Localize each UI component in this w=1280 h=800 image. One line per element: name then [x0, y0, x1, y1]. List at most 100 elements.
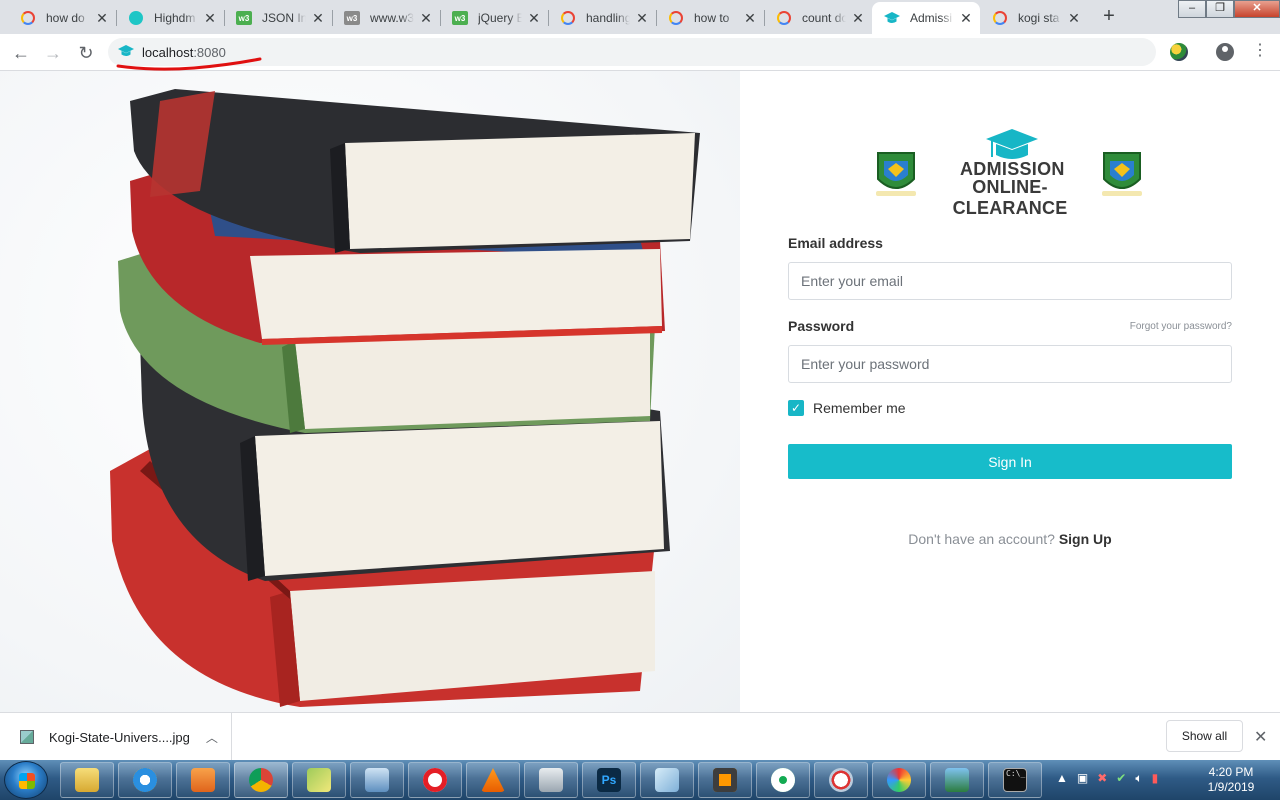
sublime-text-icon[interactable] [698, 762, 752, 798]
show-all-downloads-button[interactable]: Show all [1166, 720, 1243, 752]
browser-tab[interactable]: how do ✕ [8, 2, 116, 34]
sticky-notes-icon[interactable] [292, 762, 346, 798]
browser-tab[interactable]: w3 www.w3 ✕ [332, 2, 440, 34]
tab-title: Highdm [154, 11, 196, 25]
photo-viewer-icon[interactable] [930, 762, 984, 798]
close-icon[interactable]: ✕ [310, 10, 326, 26]
photoshop-icon[interactable]: Ps [582, 762, 636, 798]
show-hidden-icons-icon[interactable]: ▲ [1056, 771, 1068, 786]
admission-logo: ADMISSION ONLINE-CLEARANCE [874, 127, 1144, 218]
remember-me-row: ✓ Remember me [788, 400, 906, 416]
google-icon [776, 10, 792, 26]
url-host: localhost [142, 44, 194, 60]
browser-toolbar: ← → ↻ localhost:8080 ⋮ [0, 34, 1280, 71]
restore-button[interactable]: ❐ [1206, 0, 1234, 18]
google-icon [668, 10, 684, 26]
sign-in-button[interactable]: Sign In [788, 444, 1232, 479]
menu-icon[interactable]: ⋮ [1252, 42, 1268, 60]
remember-me-label: Remember me [813, 400, 906, 416]
download-item[interactable]: Kogi-State-Univers....jpg ︿ [0, 713, 232, 761]
browser-tab[interactable]: count do ✕ [764, 2, 872, 34]
page-content: ADMISSION ONLINE-CLEARANCE Email address… [0, 71, 1280, 712]
calculator-icon[interactable] [524, 762, 578, 798]
reload-icon[interactable]: ↻ [74, 41, 98, 65]
download-file-name: Kogi-State-Univers....jpg [49, 729, 190, 745]
download-shelf: Kogi-State-Univers....jpg ︿ Show all ✕ [0, 712, 1280, 761]
close-icon[interactable]: ✕ [418, 10, 434, 26]
browser-tab[interactable]: handling ✕ [548, 2, 656, 34]
tab-title: how to [694, 11, 730, 25]
internet-explorer-icon[interactable] [118, 762, 172, 798]
address-bar[interactable]: localhost:8080 [108, 38, 1156, 66]
start-button[interactable] [4, 761, 48, 799]
forgot-password-link[interactable]: Forgot your password? [1130, 321, 1232, 332]
minimize-button[interactable]: – [1178, 0, 1206, 18]
google-icon [20, 10, 36, 26]
tab-title: handling [586, 11, 630, 25]
tab-title: jQuery E [478, 11, 522, 25]
window-close-button[interactable]: ✕ [1234, 0, 1280, 18]
w3schools-icon: w3 [452, 10, 468, 26]
w3schools-icon: w3 [344, 10, 360, 26]
file-explorer-icon[interactable] [60, 762, 114, 798]
close-icon[interactable]: ✕ [526, 10, 542, 26]
mongodb-icon[interactable] [756, 762, 810, 798]
signup-prompt-text: Don't have an account? [908, 531, 1055, 547]
security-shield-icon[interactable]: ✔ [1116, 771, 1126, 786]
network-error-icon[interactable]: ✖ [1097, 771, 1107, 786]
university-crest-icon [1102, 152, 1142, 196]
browser-tab[interactable]: kogi sta ✕ [980, 2, 1088, 34]
stacked-books-illustration [110, 89, 700, 707]
browser-tab[interactable]: w3 jQuery E ✕ [440, 2, 548, 34]
control-panel-icon[interactable] [350, 762, 404, 798]
new-tab-button[interactable]: + [1096, 5, 1122, 29]
tab-title: Admissi [910, 11, 953, 25]
paint-icon[interactable] [872, 762, 926, 798]
image-file-icon [20, 730, 34, 744]
extension-icon[interactable] [1170, 43, 1188, 61]
snipping-tool-icon[interactable] [814, 762, 868, 798]
profile-icon[interactable] [1216, 43, 1234, 61]
close-icon[interactable]: ✕ [1066, 10, 1082, 26]
google-icon [560, 10, 576, 26]
sign-up-link[interactable]: Sign Up [1059, 531, 1112, 547]
w3schools-icon: w3 [236, 10, 252, 26]
command-prompt-icon[interactable]: C:\_ [988, 762, 1042, 798]
forward-arrow-icon[interactable]: → [41, 41, 65, 65]
volume-icon[interactable]: 🔈︎ [1135, 771, 1142, 786]
vlc-icon[interactable] [466, 762, 520, 798]
remember-me-checkbox[interactable]: ✓ [788, 400, 804, 416]
close-icon[interactable]: ✕ [850, 10, 866, 26]
close-icon[interactable]: ✕ [958, 10, 974, 26]
system-tray: ▲ ▣ ✖ ✔ 🔈︎ ▮ 4:20 PM 1/9/2019 [1048, 760, 1280, 800]
close-icon[interactable]: ✕ [634, 10, 650, 26]
email-field[interactable] [788, 262, 1232, 300]
usb-device-icon[interactable]: ▣ [1077, 771, 1088, 786]
email-label: Email address [788, 235, 883, 251]
clock-time: 4:20 PM [1208, 765, 1254, 779]
window-controls: – ❐ ✕ [1178, 0, 1280, 18]
password-field[interactable] [788, 345, 1232, 383]
browser-tab-strip: how do ✕ Highdm ✕ w3 JSON In ✕ w3 www.w3… [0, 0, 1280, 34]
browser-tab[interactable]: Highdm ✕ [116, 2, 224, 34]
back-arrow-icon[interactable]: ← [9, 41, 33, 65]
browser-tab[interactable]: w3 JSON In ✕ [224, 2, 332, 34]
clock[interactable]: 4:20 PM 1/9/2019 [1196, 765, 1266, 795]
chevron-up-icon[interactable]: ︿ [206, 729, 218, 746]
google-icon [992, 10, 1008, 26]
media-player-icon[interactable] [176, 762, 230, 798]
close-icon[interactable]: ✕ [202, 10, 218, 26]
signal-strength-icon[interactable]: ▮ [1152, 771, 1159, 786]
browser-tab[interactable]: how to ✕ [656, 2, 764, 34]
close-icon[interactable]: ✕ [742, 10, 758, 26]
tab-title: JSON In [262, 11, 306, 25]
graduation-cap-icon [884, 10, 900, 26]
airtel-icon[interactable] [408, 762, 462, 798]
highcharts-icon [128, 10, 144, 26]
tab-title: www.w3 [370, 11, 414, 25]
close-icon[interactable]: ✕ [94, 10, 110, 26]
notepad-icon[interactable] [640, 762, 694, 798]
close-icon[interactable]: ✕ [1254, 727, 1267, 747]
chrome-icon[interactable] [234, 762, 288, 798]
browser-tab-active[interactable]: Admissi ✕ [872, 2, 980, 34]
